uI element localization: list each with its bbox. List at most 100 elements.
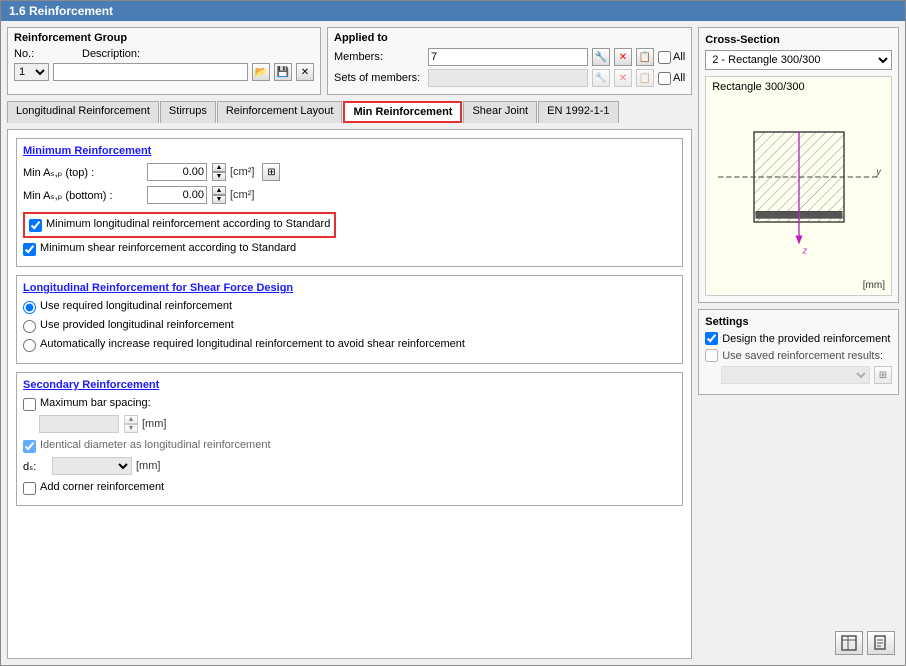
- cross-section-dropdown[interactable]: 2 - Rectangle 300/300: [705, 50, 892, 70]
- unit-top: [cm²]: [230, 166, 254, 178]
- min-as-bottom-label: Min Aₛ,ₚ (bottom) :: [23, 189, 143, 202]
- saved-dropdown[interactable]: [721, 366, 870, 384]
- desc-label: Description:: [82, 48, 140, 60]
- ds-select[interactable]: [52, 457, 132, 475]
- add-corner-label: Add corner reinforcement: [40, 481, 164, 493]
- tabs-container: Longitudinal Reinforcement Stirrups Rein…: [7, 101, 692, 123]
- tab-min-reinforcement[interactable]: Min Reinforcement: [343, 101, 462, 123]
- min-longitudinal-checkbox[interactable]: [29, 219, 42, 232]
- min-as-top-label: Min Aₛ,ₚ (top) :: [23, 166, 143, 179]
- cross-section-panel: Cross-Section 2 - Rectangle 300/300 Rect…: [698, 27, 899, 303]
- min-as-bottom-input[interactable]: [147, 186, 207, 204]
- design-checkbox[interactable]: [705, 332, 718, 345]
- min-longitudinal-outlined: Minimum longitudinal reinforcement accor…: [23, 212, 336, 238]
- radio-use-required[interactable]: [23, 301, 36, 314]
- max-bar-unit: [mm]: [142, 418, 166, 430]
- design-label: Design the provided reinforcement: [722, 333, 890, 345]
- radio-auto-increase[interactable]: [23, 339, 36, 352]
- min-as-bottom-spinner: ▲ ▼: [212, 186, 226, 204]
- min-shear-label: Minimum shear reinforcement according to…: [40, 242, 296, 254]
- tab-shear-joint[interactable]: Shear Joint: [463, 101, 537, 123]
- max-bar-spinner: ▲ ▼: [124, 415, 138, 433]
- min-as-bottom-up[interactable]: ▲: [212, 186, 226, 195]
- tab-longitudinal[interactable]: Longitudinal Reinforcement: [7, 101, 159, 123]
- min-as-top-down[interactable]: ▼: [212, 172, 226, 181]
- all-checkbox1[interactable]: [658, 51, 671, 64]
- radio-row-3: Automatically increase required longitud…: [23, 338, 676, 352]
- identical-row: Identical diameter as longitudinal reinf…: [23, 439, 676, 453]
- bottom-btn-1[interactable]: [835, 631, 863, 655]
- max-bar-down[interactable]: ▼: [124, 424, 138, 433]
- settings-panel: Settings Design the provided reinforceme…: [698, 309, 899, 395]
- all-label2: All: [673, 72, 685, 84]
- max-bar-checkbox[interactable]: [23, 398, 36, 411]
- max-bar-input[interactable]: [39, 415, 119, 433]
- sets-icon2[interactable]: ✕: [614, 69, 632, 87]
- sets-icon3[interactable]: 📋: [636, 69, 654, 87]
- longitudinal-shear-title: Longitudinal Reinforcement for Shear For…: [23, 282, 676, 294]
- max-bar-up[interactable]: ▲: [124, 415, 138, 424]
- window-title: 1.6 Reinforcement: [9, 4, 113, 18]
- members-input[interactable]: [428, 48, 588, 66]
- radio-row-2: Use provided longitudinal reinforcement: [23, 319, 676, 333]
- members-icon1[interactable]: 🔧: [592, 48, 610, 66]
- table-chart-icon: [841, 635, 857, 651]
- min-reinforcement-title: Minimum Reinforcement: [23, 145, 676, 157]
- svg-text:y: y: [875, 166, 881, 176]
- all-checkbox-wrap2: All: [658, 72, 685, 85]
- cross-section-diagram: Rectangle 300/300: [705, 76, 892, 296]
- svg-text:z: z: [801, 246, 807, 256]
- min-as-top-spinner: ▲ ▼: [212, 163, 226, 181]
- applied-to-section: Applied to Members: 🔧 ✕ 📋 All Sets of: [327, 27, 692, 95]
- min-shear-row: Minimum shear reinforcement according to…: [23, 242, 676, 256]
- max-bar-label: Maximum bar spacing:: [40, 397, 151, 409]
- radio-use-provided-label: Use provided longitudinal reinforcement: [40, 319, 234, 331]
- members-icon3[interactable]: 📋: [636, 48, 654, 66]
- identical-label: Identical diameter as longitudinal reinf…: [40, 439, 271, 451]
- members-icon2[interactable]: ✕: [614, 48, 632, 66]
- saved-label: Use saved reinforcement results:: [722, 350, 883, 362]
- no-label: No.:: [14, 48, 44, 60]
- no-select[interactable]: 1: [14, 63, 49, 81]
- all-checkbox2[interactable]: [658, 72, 671, 85]
- settings-title: Settings: [705, 316, 892, 328]
- identical-checkbox[interactable]: [23, 440, 36, 453]
- radio-auto-increase-label: Automatically increase required longitud…: [40, 338, 465, 350]
- bottom-btn-2[interactable]: [867, 631, 895, 655]
- bottom-buttons: [698, 627, 899, 659]
- min-as-top-up[interactable]: ▲: [212, 163, 226, 172]
- tab-stirrups[interactable]: Stirrups: [160, 101, 216, 123]
- members-label: Members:: [334, 51, 424, 63]
- sets-icon1[interactable]: 🔧: [592, 69, 610, 87]
- min-longitudinal-label: Minimum longitudinal reinforcement accor…: [46, 218, 330, 230]
- min-shear-checkbox[interactable]: [23, 243, 36, 256]
- saved-row: Use saved reinforcement results:: [705, 349, 892, 362]
- diagram-label: Rectangle 300/300: [712, 81, 804, 93]
- saved-icon-btn[interactable]: ⊞: [874, 366, 892, 384]
- secondary-subsection: Secondary Reinforcement Maximum bar spac…: [16, 372, 683, 506]
- sets-input[interactable]: [428, 69, 588, 87]
- ds-label: dₛ:: [23, 460, 48, 473]
- all-checkbox-wrap: All: [658, 51, 685, 64]
- title-bar: 1.6 Reinforcement: [1, 1, 905, 21]
- saved-checkbox[interactable]: [705, 349, 718, 362]
- tab-en[interactable]: EN 1992-1-1: [538, 101, 618, 123]
- left-panel: Reinforcement Group No.: Description: 1 …: [7, 27, 692, 659]
- description-input[interactable]: [53, 63, 248, 81]
- radio-row-1: Use required longitudinal reinforcement: [23, 300, 676, 314]
- design-row: Design the provided reinforcement: [705, 332, 892, 345]
- ds-unit: [mm]: [136, 460, 160, 472]
- min-as-top-input[interactable]: [147, 163, 207, 181]
- min-as-bottom-down[interactable]: ▼: [212, 195, 226, 204]
- table-icon[interactable]: ⊞: [262, 163, 280, 181]
- radio-use-provided[interactable]: [23, 320, 36, 333]
- open-icon-btn[interactable]: 📂: [252, 63, 270, 81]
- mm-label: [mm]: [863, 280, 885, 291]
- tab-layout[interactable]: Reinforcement Layout: [217, 101, 343, 123]
- unit-bottom: [cm²]: [230, 189, 254, 201]
- secondary-title: Secondary Reinforcement: [23, 379, 676, 391]
- delete-icon-btn[interactable]: ✕: [296, 63, 314, 81]
- add-corner-checkbox[interactable]: [23, 482, 36, 495]
- save-icon-btn[interactable]: 💾: [274, 63, 292, 81]
- min-reinforcement-subsection: Minimum Reinforcement Min Aₛ,ₚ (top) : ▲…: [16, 138, 683, 267]
